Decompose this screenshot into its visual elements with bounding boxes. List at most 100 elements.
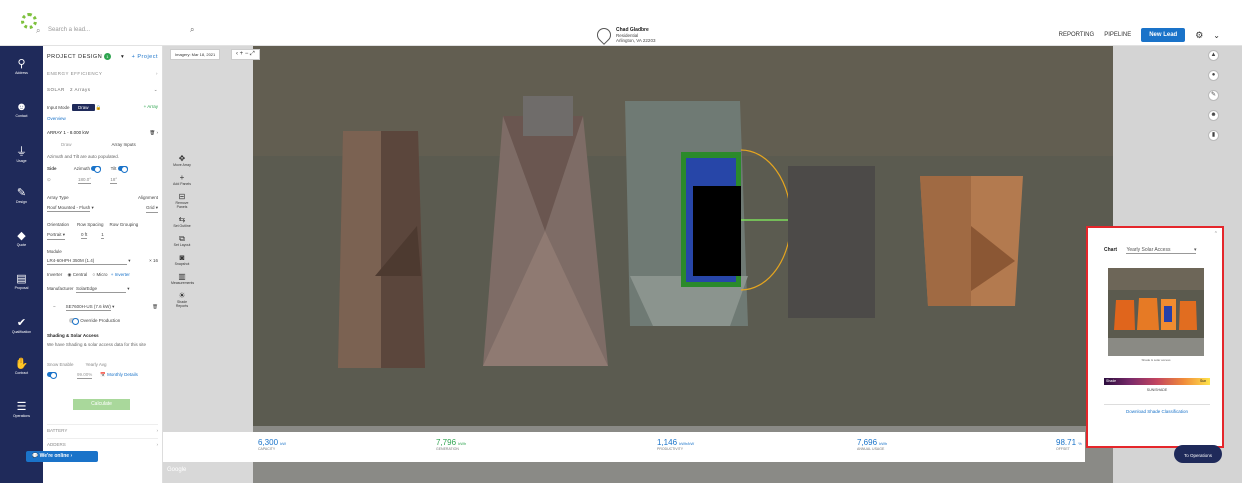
add-project-button[interactable]: + Project <box>132 54 158 60</box>
report-button[interactable]: ▮ <box>1208 130 1219 141</box>
adders-section[interactable]: ADDERS › <box>47 438 158 447</box>
orientation-select[interactable]: Portrait ▾ <box>47 232 66 240</box>
location-pin-icon <box>594 25 614 45</box>
stat-annual-usage: 7,696 kWh Annual Usage <box>857 438 888 451</box>
micro-radio[interactable]: ○ <box>93 272 96 277</box>
stat-productivity: 1,146 kWh/kW Productivity <box>657 438 695 451</box>
yearly-avg-field[interactable]: 99.00% <box>77 372 93 379</box>
sidebar-item-address[interactable]: ⚲ Address <box>0 58 43 75</box>
tool-set-outline[interactable]: ⇆ Set Outline <box>171 215 193 228</box>
measure-icon: ▥ <box>178 272 186 281</box>
tab-array-inputs[interactable]: Array Inputs <box>112 142 136 147</box>
to-operations-button[interactable]: To Operations <box>1174 445 1222 463</box>
energy-efficiency-section[interactable]: ENERGY EFFICIENCY › <box>47 71 158 76</box>
fullscreen-icon[interactable]: ⤢ <box>250 51 255 57</box>
map-right-controls: ▲ ● ✎ ☻ ▮ <box>1208 50 1219 150</box>
battery-section[interactable]: BATTERY › <box>47 424 158 433</box>
shade-report-card: ⌃ Chart Yearly Solar Access ▾ Shade & sol… <box>1086 226 1224 448</box>
logo-icon[interactable] <box>21 13 37 29</box>
sidebar-item-contract[interactable]: ✋ Contract <box>0 358 43 375</box>
azimuth-field[interactable]: 180.0° <box>78 177 92 184</box>
tool-move-array[interactable]: ✥ Move Array <box>171 154 193 167</box>
nav-pipeline[interactable]: PIPELINE <box>1104 32 1131 38</box>
draw-mode-button[interactable]: Draw <box>72 104 95 111</box>
google-watermark: Google <box>167 467 187 473</box>
side-field[interactable]: ⊙ <box>47 177 51 182</box>
add-array-button[interactable]: + Array <box>144 104 158 109</box>
edit-button[interactable]: ✎ <box>1208 90 1219 101</box>
sidebar-item-design[interactable]: ✎ Design <box>0 187 43 204</box>
tool-set-layout[interactable]: ⧉ Set Layout <box>171 234 193 247</box>
nav-reporting[interactable]: REPORTING <box>1059 32 1095 38</box>
chart-type-select[interactable]: Yearly Solar Access ▾ <box>1126 247 1197 254</box>
minus-icon[interactable]: − <box>53 304 56 309</box>
row-spacing-field[interactable]: 0 ft <box>81 232 88 239</box>
gear-icon[interactable]: ⚙ <box>1195 30 1203 41</box>
zoom-controls[interactable]: ‹ + − ⤢ <box>231 49 260 60</box>
tool-measurements[interactable]: ▥ Measurements <box>171 272 194 285</box>
check-icon: ✔ <box>16 317 27 329</box>
outline-icon: ⇆ <box>178 215 186 224</box>
card-collapse-icon[interactable]: ⌃ <box>1214 231 1218 237</box>
shade-heatmap-image <box>1108 268 1204 356</box>
project-label: PROJECT DESIGN <box>47 54 103 60</box>
camera-icon: ◙ <box>179 253 185 262</box>
layers-button[interactable]: ▲ <box>1208 50 1219 61</box>
zoom-in-icon[interactable]: + <box>240 51 244 57</box>
manufacturer-select[interactable]: SolarEdge <box>76 286 127 293</box>
module-select[interactable]: LR4-60HPH 350M (1.4) <box>47 258 127 265</box>
tag-icon: ◆ <box>17 230 26 242</box>
sidebar-item-contact[interactable]: ☻ Contact <box>0 101 43 118</box>
new-lead-button[interactable]: New Lead <box>1141 28 1186 42</box>
snow-toggle[interactable] <box>47 372 57 380</box>
central-radio[interactable]: ◉ <box>68 272 72 277</box>
sidebar-item-usage[interactable]: ⏚ Usage <box>0 146 43 163</box>
monthly-details-button[interactable]: 📅 Monthly Details <box>100 372 138 377</box>
tilt-field[interactable]: 18° <box>110 177 118 184</box>
imagery-date: Imagery: Mar 18, 2021 <box>170 49 221 60</box>
handshake-icon: ✋ <box>14 358 29 370</box>
person-icon: ☻ <box>1210 112 1217 118</box>
row-grouping-field[interactable]: 1 <box>101 232 104 239</box>
sidebar-item-proposal[interactable]: ▤ Proposal <box>0 273 43 290</box>
tilt-toggle[interactable] <box>117 166 128 174</box>
project-header: Chad Gladbre Residential Arlington, VA 2… <box>594 25 655 45</box>
sidebar-item-operations[interactable]: ☰ Operations <box>0 401 43 418</box>
azimuth-toggle[interactable] <box>91 166 102 174</box>
stats-bar: 6,300 kW Capacity 7,796 kWh Generation 1,1… <box>163 432 1085 462</box>
settings-button[interactable]: ● <box>1208 70 1219 81</box>
sidebar-item-qualification[interactable]: ✔ Qualification <box>0 317 43 334</box>
project-badge: 1 <box>104 53 111 60</box>
tool-add-panels[interactable]: + Add Panels <box>171 173 193 186</box>
tool-snapshot[interactable]: ◙ Snapshot <box>171 253 193 266</box>
inverter-model-select[interactable]: SE7600H-US (7.6 kW) <box>65 304 111 311</box>
list-icon: ☰ <box>16 401 27 413</box>
remove-icon: ⊟ <box>178 192 186 201</box>
override-toggle[interactable] <box>69 318 79 326</box>
solar-section[interactable]: SOLAR 2 Arrays ⌄ <box>47 87 158 93</box>
layers-icon: ▲ <box>1210 52 1217 58</box>
chat-online-button[interactable]: 💬 We're online › <box>26 451 98 462</box>
search-input[interactable]: ⌕ Search a lead... ⌕ <box>36 25 198 35</box>
tab-draw[interactable]: Draw <box>61 142 72 147</box>
tool-remove-panels[interactable]: ⊟ Remove Panels <box>171 192 193 209</box>
satellite-map[interactable]: Imagery: Mar 18, 2021 ‹ + − ⤢ <box>163 46 1242 483</box>
zoom-out-icon[interactable]: − <box>245 51 249 57</box>
trash-icon[interactable]: 🗑 › <box>150 130 158 136</box>
add-inverter-button[interactable]: + Inverter <box>111 272 130 277</box>
chevron-down-icon[interactable]: ⌄ <box>1213 31 1220 40</box>
pin-icon: ⚲ <box>17 58 26 70</box>
calculate-button[interactable]: Calculate <box>73 399 130 410</box>
sidebar-item-quote[interactable]: ◆ Quote <box>0 230 43 247</box>
lock-icon[interactable]: 🔒 <box>96 105 102 110</box>
stat-capacity: 6,300 kW Capacity <box>258 438 287 451</box>
person-button[interactable]: ☻ <box>1208 110 1219 121</box>
trash-icon[interactable]: 🗑 <box>152 304 158 310</box>
overview-link[interactable]: Overview <box>47 116 158 121</box>
magnify-icon[interactable]: ⌕ <box>190 25 194 35</box>
download-shade-button[interactable]: Download Shade Classification <box>1104 404 1210 414</box>
tool-shade-reports[interactable]: ☀ Shade Reports <box>171 291 193 308</box>
dropdown-icon[interactable]: ▾ <box>121 54 124 60</box>
alignment-select[interactable]: Grid ▾ <box>145 205 158 213</box>
array-type-select[interactable]: Roof Mounted - Flush <box>47 205 91 212</box>
